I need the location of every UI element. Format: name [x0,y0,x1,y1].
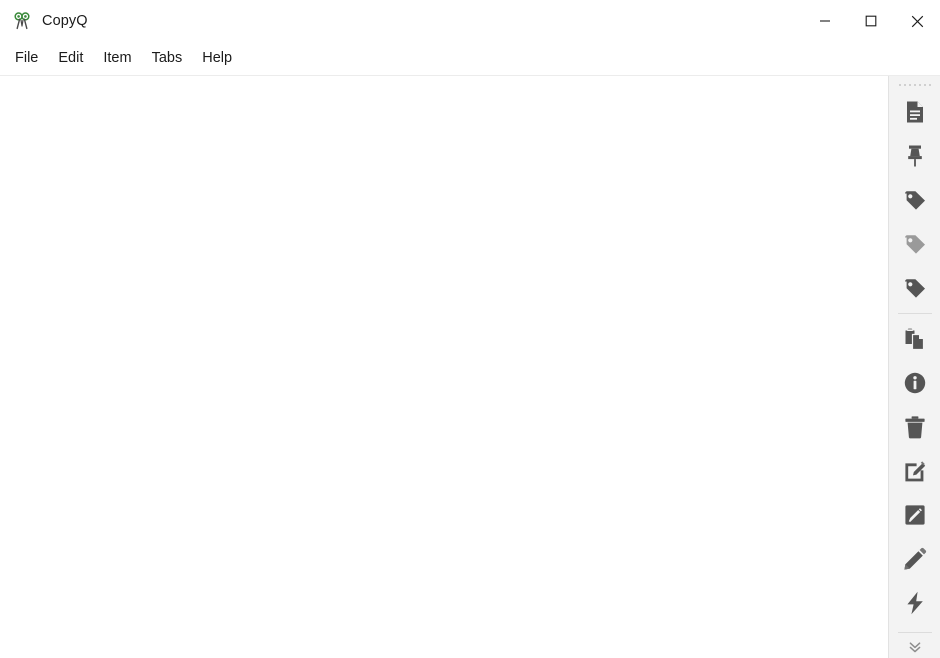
close-button[interactable] [894,0,940,42]
menu-edit[interactable]: Edit [48,47,93,71]
tag-add-button[interactable] [893,178,937,222]
item-info-button[interactable] [893,361,937,405]
menu-help[interactable]: Help [192,47,242,71]
toolbar-separator-2 [897,632,932,633]
clipboard-item-list[interactable] [0,76,888,658]
pin-item-button[interactable] [893,134,937,178]
drag-handle[interactable] [889,76,940,90]
tag-edit-button[interactable] [893,266,937,310]
maximize-button[interactable] [848,0,894,42]
menu-file[interactable]: File [5,47,48,71]
window-controls [802,0,940,42]
item-toolbar [888,76,940,658]
titlebar: CopyQ [0,0,940,42]
copyq-window: CopyQ File Edit Item Tabs Help [0,0,940,658]
menubar: File Edit Item Tabs Help [0,42,940,76]
menu-item[interactable]: Item [93,47,141,71]
minimize-button[interactable] [802,0,848,42]
menu-tabs[interactable]: Tabs [142,47,193,71]
window-title: CopyQ [42,12,88,29]
copyq-scissors-icon [12,11,32,31]
body [0,76,940,658]
edit-item-button[interactable] [893,449,937,493]
tag-remove-button[interactable] [893,222,937,266]
toolbar-overflow-chevron[interactable] [893,636,937,658]
toolbar-separator-1 [897,313,932,314]
edit-content-button[interactable] [893,537,937,581]
new-item-button[interactable] [893,90,937,134]
paste-item-button[interactable] [893,317,937,361]
run-command-button[interactable] [893,581,937,625]
edit-notes-button[interactable] [893,493,937,537]
remove-item-button[interactable] [893,405,937,449]
